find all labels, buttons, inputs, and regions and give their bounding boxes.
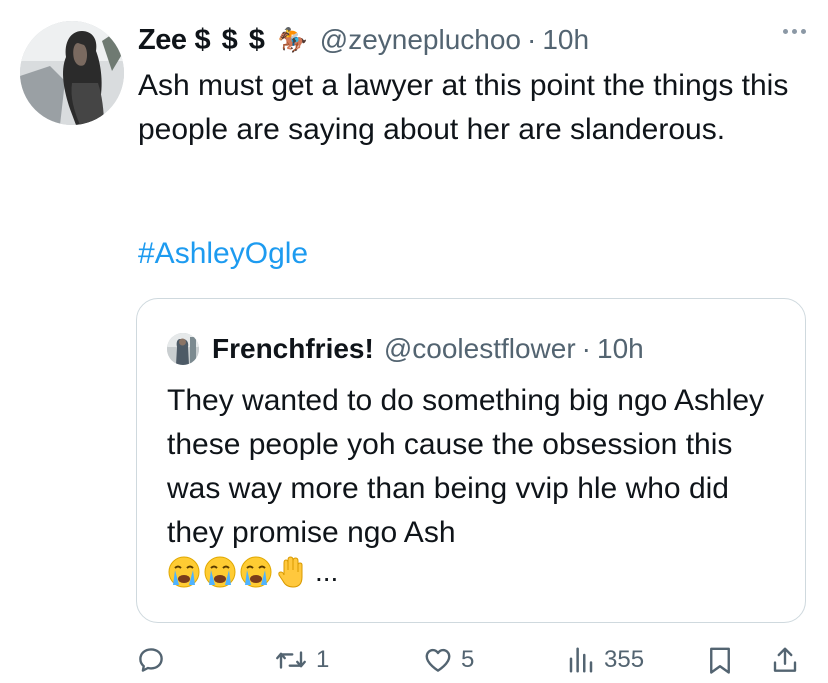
quoted-emoji-row: ... [167,555,338,589]
tweet-header: Zee $$$ 🏇 @zeynepluchoo · 10h [138,20,589,60]
views-button[interactable]: 355 [566,638,644,682]
quoted-author-handle[interactable]: @coolestflower [384,333,576,365]
quoted-tweet-text: They wanted to do something big ngo Ashl… [167,384,765,549]
avatar-photo [20,21,124,125]
tweet-timestamp[interactable]: 10h [542,24,589,56]
tweet-text: Ash must get a lawyer at this point the … [138,69,789,146]
author-name[interactable]: Zee [138,24,187,57]
quoted-avatar-photo [167,333,199,365]
separator-dot: · [527,24,537,55]
author-handle[interactable]: @zeynepluchoo [320,24,521,56]
quoted-tweet-timestamp[interactable]: 10h [597,333,644,365]
tweet-action-bar: 1 5 355 [0,638,828,682]
views-count: 355 [604,646,645,673]
quoted-author-name[interactable]: Frenchfries! [212,333,374,365]
share-icon [773,647,797,672]
more-options-icon[interactable] [783,29,806,34]
crying-face-emoji-icon [240,556,272,588]
crying-face-emoji-icon [168,556,200,588]
author-avatar[interactable] [20,21,124,125]
like-button[interactable]: 5 [423,638,474,682]
share-button[interactable] [770,638,800,682]
dollar-badges: $$$ [194,23,276,56]
crying-face-emoji-icon [204,556,236,588]
heart-icon [425,648,451,672]
bookmark-icon [710,647,730,674]
quoted-author-avatar[interactable] [167,333,199,365]
horse-racing-emoji: 🏇 [277,26,308,54]
retweet-count: 1 [316,646,330,673]
quoted-truncation-ellipsis: ... [315,556,339,587]
quoted-tweet-card[interactable]: Frenchfries! @coolestflower · 10h They w… [136,298,806,623]
reply-button[interactable] [136,638,174,682]
quoted-tweet-header: Frenchfries! @coolestflower · 10h [167,329,644,369]
retweet-icon [276,651,306,669]
quoted-separator-dot: · [581,333,591,364]
hashtag-link[interactable]: #AshleyOgle [138,237,308,271]
views-chart-icon [569,647,593,673]
raised-hand-emoji-icon [278,556,303,588]
retweet-button[interactable]: 1 [274,638,329,682]
reply-icon [139,648,163,672]
like-count: 5 [461,646,475,673]
bookmark-button[interactable] [706,638,734,682]
